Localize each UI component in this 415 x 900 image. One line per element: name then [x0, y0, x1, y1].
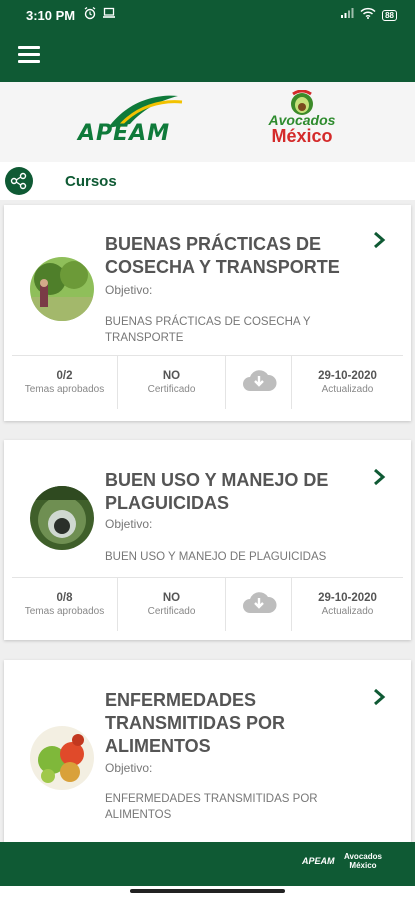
- battery-icon: 88: [382, 9, 397, 21]
- topics-approved: 0/2 Temas aprobados: [12, 356, 118, 409]
- objective-label: Objetivo:: [105, 761, 153, 775]
- avocados-mexico-logo-small: Avocados México: [344, 852, 382, 870]
- course-card[interactable]: BUENAS PRÁCTICAS DE COSECHA Y TRANSPORTE…: [4, 205, 411, 421]
- objective-text: BUEN USO Y MANEJO DE PLAGUICIDAS: [105, 551, 327, 563]
- app-bar: [0, 30, 415, 82]
- status-time: 3:10 PM: [26, 7, 76, 23]
- topics-approved-label: Temas aprobados: [24, 383, 105, 395]
- signal-icon: [340, 6, 354, 24]
- course-thumbnail: [30, 486, 94, 550]
- updated-label: Actualizado: [321, 605, 374, 617]
- updated-date: 29-10-2020 Actualizado: [292, 578, 403, 631]
- bottom-bar: APEAM Avocados México: [0, 842, 415, 886]
- certificate-value: NO: [162, 591, 181, 604]
- course-title: BUEN USO Y MANEJO DE PLAGUICIDAS: [105, 470, 329, 513]
- course-thumbnail: [30, 257, 94, 321]
- objective-text: ENFERMEDADES TRANSMITIDAS POR ALIMENTOS: [105, 793, 318, 821]
- courses-icon: [5, 167, 33, 195]
- cloud-download-icon: [241, 589, 277, 620]
- topics-approved: 0/8 Temas aprobados: [12, 578, 118, 631]
- avocados-mexico-logo: Avocados México: [262, 90, 342, 156]
- apeam-wordmark: APEAM: [78, 121, 171, 146]
- course-stats: 0/2 Temas aprobados NO Certificado 29-10…: [12, 355, 403, 409]
- course-thumbnail: [30, 726, 94, 790]
- mexico-wordmark-small: México: [349, 861, 377, 870]
- alarm-icon: [83, 6, 97, 25]
- objective-label: Objetivo:: [105, 283, 153, 297]
- download-button[interactable]: [226, 578, 292, 631]
- certificate-label: Certificado: [147, 605, 196, 617]
- chevron-right-icon[interactable]: [372, 230, 388, 250]
- logo-bar: APEAM Avocados México: [0, 82, 415, 162]
- course-title: ENFERMEDADES TRANSMITIDAS POR ALIMENTOS: [105, 690, 285, 756]
- certificate-label: Certificado: [147, 383, 196, 395]
- home-gesture-bar[interactable]: [130, 889, 285, 893]
- updated-label: Actualizado: [321, 383, 374, 395]
- laptop-icon: [102, 6, 116, 24]
- course-title: BUENAS PRÁCTICAS DE COSECHA Y TRANSPORTE: [105, 234, 340, 277]
- course-card[interactable]: BUEN USO Y MANEJO DE PLAGUICIDAS Objetiv…: [4, 440, 411, 640]
- avocados-wordmark-small: Avocados: [344, 852, 382, 861]
- section-header: Cursos: [0, 162, 415, 200]
- topics-approved-value: 0/8: [56, 591, 73, 604]
- apeam-logo: APEAM: [78, 90, 210, 156]
- mexico-wordmark: México: [271, 126, 333, 146]
- section-title: Cursos: [65, 172, 117, 190]
- wifi-icon: [360, 6, 376, 24]
- objective-label: Objetivo:: [105, 517, 153, 531]
- certificate-status: NO Certificado: [118, 578, 226, 631]
- chevron-right-icon[interactable]: [372, 687, 388, 707]
- course-card[interactable]: ENFERMEDADES TRANSMITIDAS POR ALIMENTOS …: [4, 660, 411, 842]
- updated-value: 29-10-2020: [318, 591, 377, 604]
- certificate-status: NO Certificado: [118, 356, 226, 409]
- updated-value: 29-10-2020: [318, 369, 377, 382]
- updated-date: 29-10-2020 Actualizado: [292, 356, 403, 409]
- apeam-logo-small: APEAM: [302, 856, 335, 866]
- topics-approved-label: Temas aprobados: [24, 605, 105, 617]
- course-stats: 0/8 Temas aprobados NO Certificado 29-10…: [12, 577, 403, 631]
- menu-icon[interactable]: [18, 46, 40, 64]
- cloud-download-icon: [241, 367, 277, 398]
- topics-approved-value: 0/2: [56, 369, 73, 382]
- certificate-value: NO: [162, 369, 181, 382]
- objective-text: BUENAS PRÁCTICAS DE COSECHA Y TRANSPORTE: [105, 316, 311, 344]
- chevron-right-icon[interactable]: [372, 467, 388, 487]
- download-button[interactable]: [226, 356, 292, 409]
- status-bar: 3:10 PM 88: [0, 0, 415, 30]
